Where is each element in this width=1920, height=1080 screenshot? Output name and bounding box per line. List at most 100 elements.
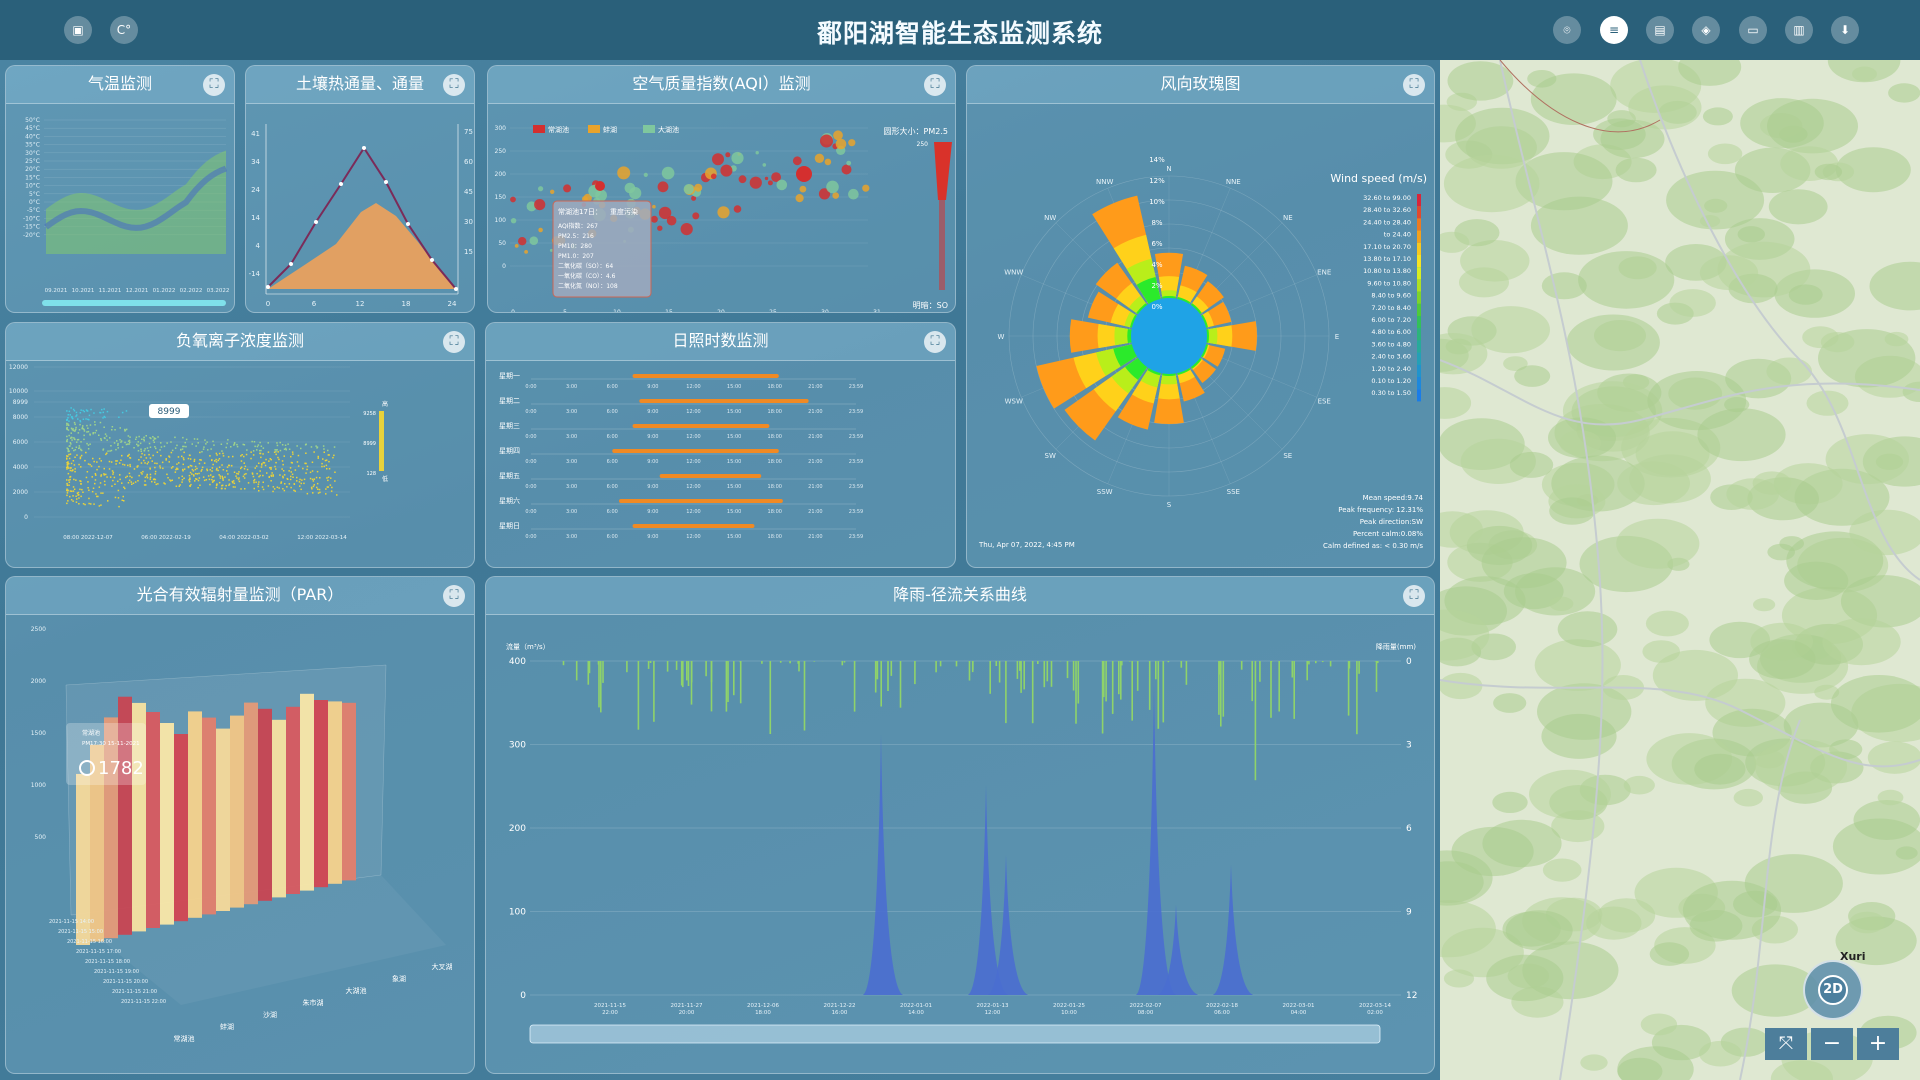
rain-bar bbox=[1075, 661, 1077, 724]
speed-class-label: 8.40 to 9.60 bbox=[1371, 292, 1411, 300]
y-right-tick: 75 bbox=[464, 128, 473, 136]
expand-icon[interactable]: ⛶ bbox=[1403, 585, 1425, 607]
speed-class-label: 9.60 to 10.80 bbox=[1367, 279, 1411, 287]
time-tick-label: 9:00 bbox=[647, 384, 658, 390]
anion-point bbox=[259, 470, 261, 472]
rain-bar bbox=[998, 661, 1001, 683]
aqi-point bbox=[799, 185, 807, 193]
anion-point bbox=[330, 490, 333, 492]
anion-point bbox=[333, 454, 335, 457]
anion-point bbox=[267, 485, 270, 487]
anion-point bbox=[146, 473, 148, 476]
terrain-patch bbox=[1669, 289, 1716, 317]
anion-point bbox=[121, 482, 123, 484]
message-icon[interactable]: ▥ bbox=[1785, 16, 1813, 44]
location-icon[interactable]: ⌾ bbox=[1553, 16, 1581, 44]
anion-point bbox=[129, 441, 131, 443]
y-left-tick: 24 bbox=[251, 186, 260, 194]
anion-point bbox=[119, 439, 121, 441]
page-title: 鄱阳湖智能生态监测系统 bbox=[816, 19, 1103, 48]
y-tick-label: 0 bbox=[502, 263, 506, 270]
screen-icon[interactable]: ▭ bbox=[1739, 16, 1767, 44]
anion-point bbox=[70, 432, 72, 434]
aqi-point bbox=[846, 160, 852, 166]
layers-icon[interactable]: ◈ bbox=[1692, 16, 1720, 44]
anion-point bbox=[317, 457, 319, 459]
map-view[interactable]: Xuri 2D ⤧ − + bbox=[1440, 60, 1920, 1080]
anion-point bbox=[152, 454, 154, 457]
expand-icon[interactable]: ⛶ bbox=[443, 331, 465, 353]
y-tick-label: 0 bbox=[24, 514, 28, 521]
expand-icon[interactable]: ⛶ bbox=[924, 331, 946, 353]
anion-point bbox=[179, 484, 181, 486]
anion-point bbox=[119, 478, 121, 481]
anion-point bbox=[279, 474, 281, 476]
anion-point bbox=[66, 426, 68, 429]
anion-point bbox=[141, 452, 143, 455]
anion-point bbox=[236, 477, 238, 479]
anion-point bbox=[79, 423, 81, 426]
zoom-in-icon[interactable]: + bbox=[1857, 1028, 1899, 1060]
expand-icon[interactable]: ⛶ bbox=[1403, 74, 1425, 96]
anion-point bbox=[302, 467, 304, 470]
anion-point bbox=[181, 455, 183, 458]
anion-point bbox=[222, 452, 224, 455]
anion-point bbox=[181, 448, 184, 450]
anion-point bbox=[238, 477, 240, 479]
rain-bar bbox=[1005, 661, 1007, 724]
anion-point bbox=[72, 486, 75, 488]
y-tick-label: 5°C bbox=[29, 191, 40, 198]
save-icon[interactable]: ▤ bbox=[1646, 16, 1674, 44]
anion-point bbox=[327, 476, 330, 478]
anion-point bbox=[82, 503, 85, 505]
anion-point bbox=[330, 477, 332, 479]
expand-icon[interactable]: ⛶ bbox=[443, 585, 465, 607]
anion-point bbox=[167, 477, 169, 479]
y-tick-label: 8999 bbox=[13, 399, 28, 406]
anion-point bbox=[90, 503, 92, 505]
air-temp-panel: 气温监测 ⛶ 50°C 45°C 40°C 35°C 30°C 25°C 20°C 15°C 1… bbox=[5, 65, 235, 313]
anion-point bbox=[206, 468, 208, 470]
y-tick-label: 35°C bbox=[25, 142, 40, 149]
anion-point bbox=[100, 504, 102, 506]
map-canvas[interactable] bbox=[1440, 60, 1920, 1080]
anion-point bbox=[66, 422, 68, 425]
heat-point bbox=[289, 262, 293, 266]
legend-swatch bbox=[643, 125, 655, 133]
anion-point bbox=[189, 477, 191, 479]
anion-point bbox=[228, 479, 230, 481]
database-icon[interactable]: ≡ bbox=[1600, 16, 1628, 44]
expand-icon[interactable]: ⛶ bbox=[203, 74, 225, 96]
aqi-point bbox=[538, 227, 543, 233]
anion-point bbox=[245, 453, 248, 456]
zoom-out-icon[interactable]: − bbox=[1811, 1028, 1853, 1060]
y-tick-label: 250 bbox=[495, 148, 507, 155]
anion-point bbox=[282, 470, 285, 472]
expand-icon[interactable]: ⛶ bbox=[443, 74, 465, 96]
anion-point bbox=[154, 470, 157, 473]
view-mode-button[interactable]: 2D bbox=[1818, 975, 1848, 1005]
compass-control[interactable]: 2D bbox=[1803, 960, 1863, 1020]
anion-point bbox=[258, 490, 260, 492]
par-bar bbox=[174, 734, 188, 922]
anion-point bbox=[202, 476, 205, 478]
download-icon[interactable]: ⬇ bbox=[1831, 16, 1859, 44]
tooltip-line: 二氧化碳（SO）：64 bbox=[558, 262, 613, 270]
anion-point bbox=[325, 464, 328, 467]
aqi-point bbox=[848, 139, 856, 147]
anion-point bbox=[289, 467, 292, 469]
anion-point bbox=[119, 474, 121, 476]
rain-bar bbox=[675, 661, 678, 670]
anion-point bbox=[284, 444, 287, 446]
expand-icon[interactable]: ⛶ bbox=[924, 74, 946, 96]
anion-point bbox=[290, 486, 292, 489]
speed-color-swatch bbox=[1417, 328, 1421, 341]
time-tick-label: 3:00 bbox=[566, 409, 577, 415]
compass-reset-icon[interactable]: ⤧ bbox=[1765, 1028, 1807, 1060]
aqi-point bbox=[550, 189, 555, 194]
anion-point bbox=[118, 462, 121, 464]
terrain-patch bbox=[1825, 434, 1909, 485]
terrain-patch bbox=[1788, 284, 1823, 305]
anion-point bbox=[291, 462, 293, 464]
anion-point bbox=[201, 468, 203, 471]
